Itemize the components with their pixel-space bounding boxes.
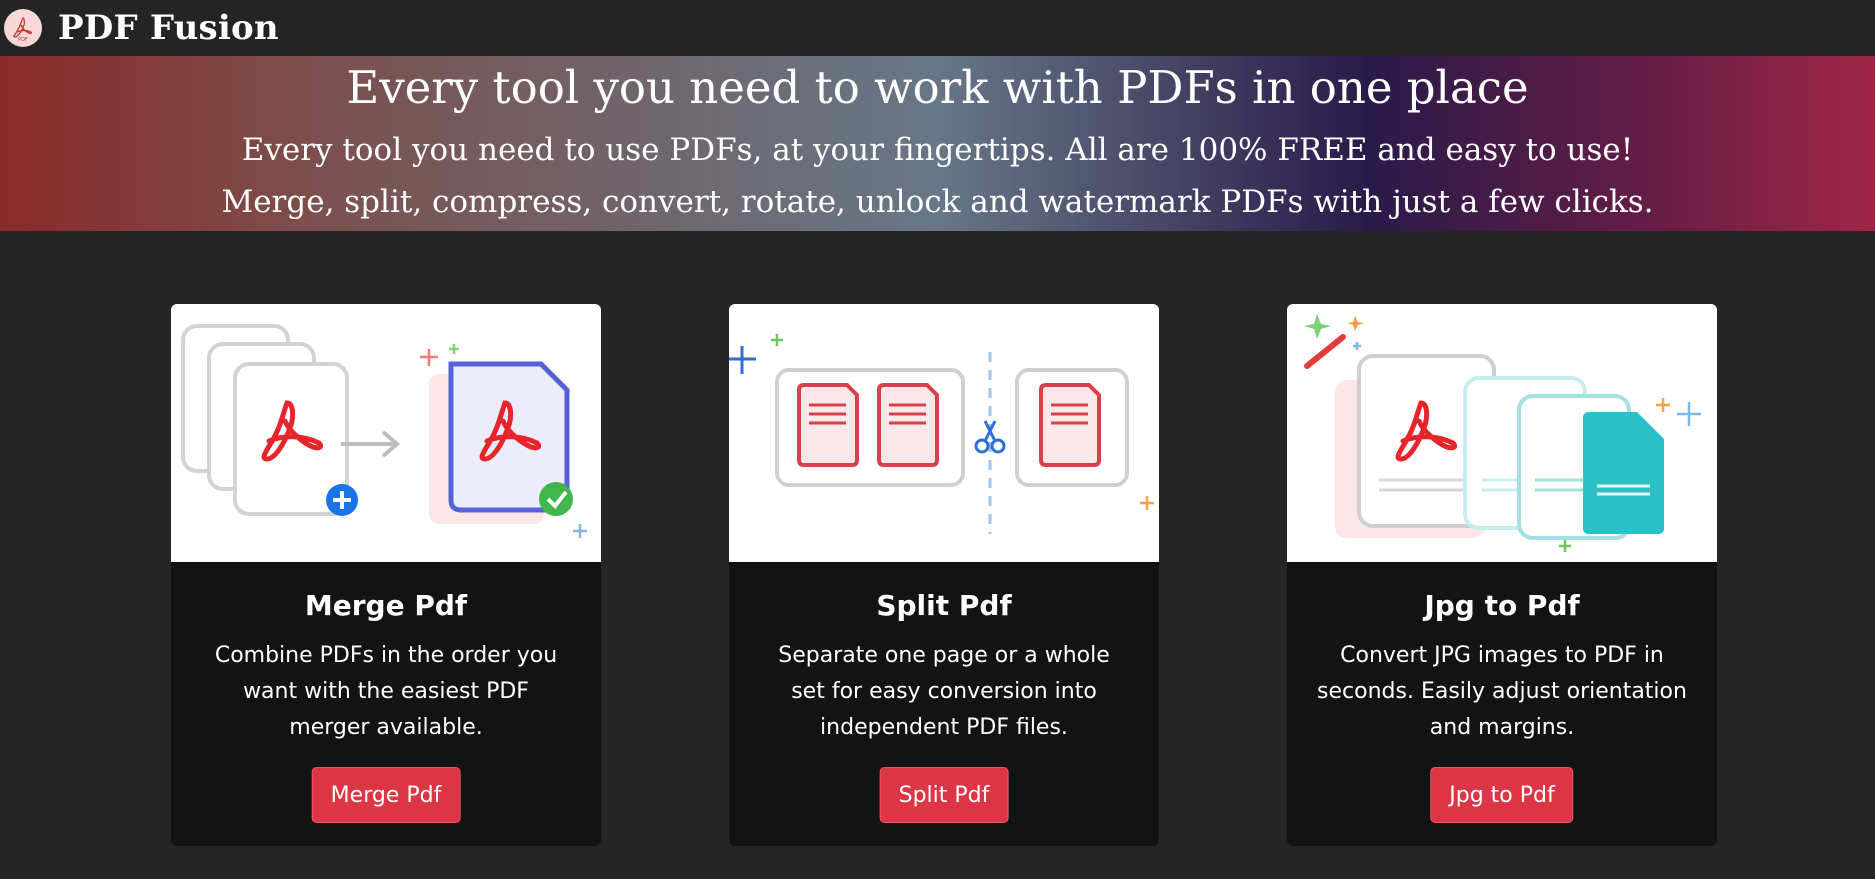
- jpg-to-pdf-button[interactable]: Jpg to Pdf: [1430, 767, 1574, 823]
- jpg-to-pdf-illustration: [1287, 304, 1717, 562]
- card-title: Merge Pdf: [304, 589, 468, 622]
- card-description: Combine PDFs in the order you want with …: [214, 643, 558, 740]
- hero-subtitle-line2: Merge, split, compress, convert, rotate,…: [221, 184, 1654, 220]
- hero-banner: Every tool you need to work with PDFs in…: [0, 56, 1875, 231]
- hero-subtitle-line1: Every tool you need to use PDFs, at your…: [241, 132, 1634, 168]
- card-title: Split Pdf: [876, 589, 1012, 622]
- magic-wand-icon: [1304, 314, 1364, 369]
- acrobat-logo-icon[interactable]: PDF: [4, 9, 42, 47]
- split-pdf-illustration: [729, 304, 1159, 562]
- check-icon: [539, 482, 573, 516]
- hero-title: Every tool you need to work with PDFs in…: [346, 61, 1529, 114]
- navbar: PDF PDF Fusion: [0, 0, 1875, 56]
- brand-name[interactable]: PDF Fusion: [58, 8, 279, 48]
- tool-card-merge: Merge Pdf Combine PDFs in the order you …: [171, 304, 601, 846]
- card-description: Convert JPG images to PDF in seconds. Ea…: [1317, 643, 1687, 740]
- card-title: Jpg to Pdf: [1424, 589, 1580, 622]
- tool-card-split: Split Pdf Separate one page or a whole s…: [729, 304, 1159, 846]
- tool-card-jpg-to-pdf: Jpg to Pdf Convert JPG images to PDF in …: [1287, 304, 1717, 846]
- merge-pdf-button[interactable]: Merge Pdf: [311, 767, 461, 823]
- split-pdf-button[interactable]: Split Pdf: [879, 767, 1009, 823]
- svg-text:PDF: PDF: [18, 37, 28, 43]
- card-description: Separate one page or a whole set for eas…: [778, 643, 1110, 740]
- merge-pdf-illustration: [171, 304, 601, 562]
